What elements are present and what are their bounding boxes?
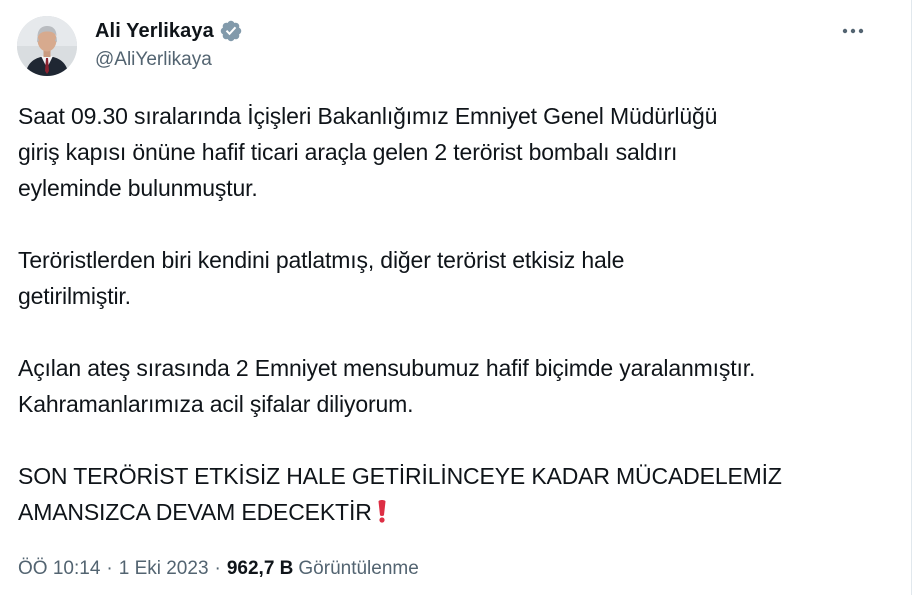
tweet-line: giriş kapısı önüne hafif ticari araçla g… xyxy=(18,139,678,165)
tweet-paragraph-4: SON TERÖRİST ETKİSİZ HALE GETİRİLİNCEYE … xyxy=(18,458,898,530)
more-dots-icon[interactable] xyxy=(838,18,868,44)
tweet-paragraph-1: Saat 09.30 sıralarında İçişleri Bakanlığ… xyxy=(18,98,898,206)
tweet-text: Saat 09.30 sıralarında İçişleri Bakanlığ… xyxy=(18,98,898,566)
tweet-line: SON TERÖRİST ETKİSİZ HALE GETİRİLİNCEYE … xyxy=(18,463,782,489)
tweet-line: eyleminde bulunmuştur. xyxy=(18,175,258,201)
tweet-paragraph-2: Teröristlerden biri kendini patlatmış, d… xyxy=(18,242,898,314)
tweet-line: getirilmiştir. xyxy=(18,283,131,309)
tweet-date[interactable]: 1 Eki 2023 xyxy=(119,558,209,580)
tweet-line: Açılan ateş sırasında 2 Emniyet mensubum… xyxy=(18,355,756,381)
author-display-name[interactable]: Ali Yerlikaya xyxy=(95,20,214,43)
meta-separator: · xyxy=(106,558,113,579)
tweet-line: Saat 09.30 sıralarında İçişleri Bakanlığ… xyxy=(18,103,718,129)
avatar-image xyxy=(17,16,77,76)
red-exclamation-icon xyxy=(376,498,388,524)
views-count: 962,7 B xyxy=(226,558,294,579)
tweet-paragraph-3: Açılan ateş sırasında 2 Emniyet mensubum… xyxy=(18,350,898,422)
author-handle[interactable]: @AliYerlikaya xyxy=(95,49,212,71)
avatar[interactable] xyxy=(17,16,77,76)
tweet-line: Kahramanlarımıza acil şifalar diliyorum. xyxy=(18,391,414,417)
verified-badge-icon xyxy=(219,19,243,43)
tweet-time[interactable]: ÖÖ 10:14 xyxy=(18,558,100,580)
tweet-line: Teröristlerden biri kendini patlatmış, d… xyxy=(18,247,625,273)
tweet-card: Ali Yerlikaya @AliYerlikaya Saat 09.30 s… xyxy=(0,0,912,595)
tweet-line-text: AMANSIZCA DEVAM EDECEKTİR xyxy=(18,499,372,525)
author-name-row: Ali Yerlikaya xyxy=(95,18,243,44)
meta-separator: · xyxy=(214,558,221,579)
tweet-line-with-emoji: AMANSIZCA DEVAM EDECEKTİR xyxy=(18,494,898,530)
tweet-meta: ÖÖ 10:14 · 1 Eki 2023 · 962,7 B Görüntül… xyxy=(18,556,419,582)
views-label: Görüntülenme xyxy=(298,558,419,579)
